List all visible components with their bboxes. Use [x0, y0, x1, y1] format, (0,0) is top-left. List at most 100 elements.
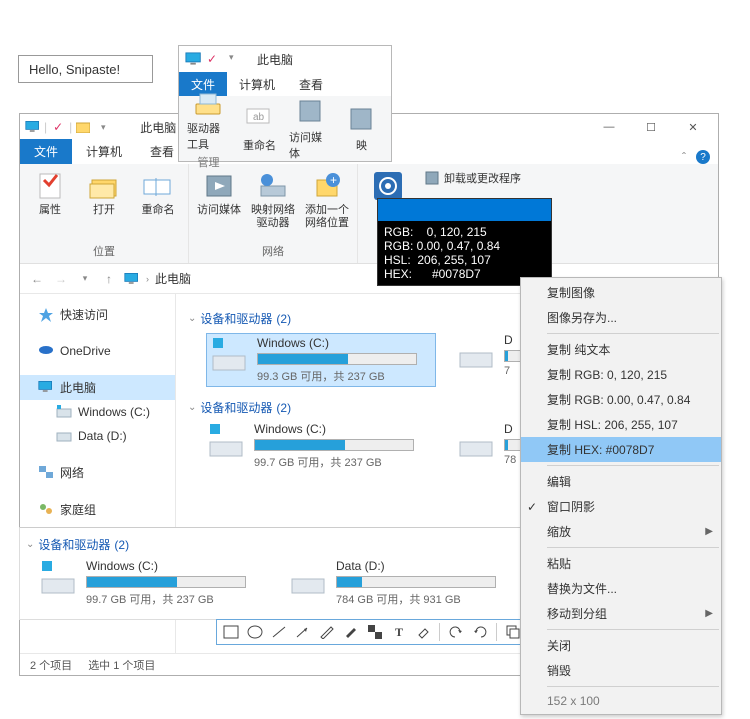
tab-computer[interactable]: 计算机: [72, 139, 136, 164]
nav-data-d[interactable]: Data (D:): [20, 424, 175, 448]
forward-button[interactable]: →: [52, 270, 70, 288]
menu-close[interactable]: 关闭: [521, 633, 721, 658]
mini-rename-label: 重命名: [243, 137, 276, 153]
menu-destroy[interactable]: 销毁: [521, 658, 721, 683]
mini-map-label: 映: [356, 137, 367, 153]
mini-map-button[interactable]: 映: [340, 105, 383, 153]
svg-text:ab: ab: [253, 112, 265, 123]
breadcrumb-text[interactable]: 此电脑: [155, 270, 191, 287]
menu-paste[interactable]: 粘贴: [521, 551, 721, 576]
mini-titlebar: ✓ ▾ 此电脑: [179, 46, 391, 72]
add-location-label: 添加一个 网络位置: [305, 204, 349, 230]
section-2-count: (2): [276, 401, 291, 415]
up-button[interactable]: ↑: [100, 270, 118, 288]
mini-rename-button[interactable]: ab 重命名: [238, 105, 281, 153]
nav-network[interactable]: 网络: [20, 460, 175, 485]
nav-windows-c[interactable]: Windows (C:): [20, 400, 175, 424]
arrow-tool[interactable]: [293, 622, 313, 642]
drive-c-2[interactable]: Windows (C:) 99.7 GB 可用，共 237 GB: [206, 422, 436, 470]
nav-homegroup[interactable]: 家庭组: [20, 497, 175, 522]
menu-copy-image[interactable]: 复制图像: [521, 280, 721, 305]
properties-label: 属性: [39, 204, 61, 217]
rect-tool[interactable]: [221, 622, 241, 642]
menu-window-shadow[interactable]: ✓窗口阴影: [521, 494, 721, 519]
drive-icon: [206, 422, 246, 462]
folder-icon[interactable]: [74, 118, 92, 136]
dropdown-icon[interactable]: ▾: [94, 118, 112, 136]
maximize-button[interactable]: ☐: [630, 114, 672, 140]
properties-button[interactable]: 属性: [24, 166, 76, 241]
menu-zoom[interactable]: 缩放▶: [521, 519, 721, 544]
nav-quick-label: 快速访问: [60, 306, 108, 323]
section-1-title: 设备和驱动器: [200, 310, 272, 327]
nav-homegroup-label: 家庭组: [60, 501, 96, 518]
snipaste-toolbar[interactable]: T: [216, 619, 536, 645]
nav-onedrive[interactable]: OneDrive: [20, 339, 175, 363]
strip-drive-c[interactable]: Windows (C:) 99.7 GB 可用，共 237 GB: [38, 559, 268, 607]
strip-section-header[interactable]: ⌄ 设备和驱动器 (2): [20, 536, 538, 553]
qat-separator: |: [44, 120, 47, 134]
strip-c-name: Windows (C:): [86, 559, 268, 573]
recent-dropdown[interactable]: ▾: [76, 270, 94, 288]
check-icon: ✓: [207, 52, 225, 66]
menu-copy-hsl[interactable]: 复制 HSL: 206, 255, 107: [521, 412, 721, 437]
mosaic-tool[interactable]: [365, 622, 385, 642]
nav-this-pc[interactable]: 此电脑: [20, 375, 175, 400]
drive-d-partial[interactable]: D 7: [456, 333, 516, 387]
open-button[interactable]: 打开: [78, 166, 130, 241]
marker-tool[interactable]: [341, 622, 361, 642]
menu-copy-plain[interactable]: 复制 纯文本: [521, 337, 721, 362]
drive-d-2-partial[interactable]: D 78: [456, 422, 516, 470]
chevron-down-icon: ⌄: [188, 313, 196, 324]
uninstall-programs-item[interactable]: 卸载或更改程序: [424, 170, 521, 186]
minimize-button[interactable]: —: [588, 114, 630, 140]
pencil-tool[interactable]: [317, 622, 337, 642]
strip-d-meta: 784 GB 可用，共 931 GB: [336, 591, 518, 607]
check-icon[interactable]: ✓: [49, 118, 67, 136]
drive-icon: [456, 422, 496, 462]
mini-tab-computer[interactable]: 计算机: [227, 72, 287, 96]
snipaste-note[interactable]: Hello, Snipaste!: [18, 55, 153, 83]
ellipse-tool[interactable]: [245, 622, 265, 642]
ribbon-group-location: 属性 打开 重命名 位置: [20, 164, 189, 263]
collapse-ribbon-icon[interactable]: ˆ: [682, 150, 686, 164]
breadcrumb-pc-icon[interactable]: [124, 272, 140, 286]
strip-d-bar: [336, 576, 496, 588]
undo-tool[interactable]: [446, 622, 466, 642]
drive-c-selected[interactable]: Windows (C:) 99.3 GB 可用，共 237 GB: [206, 333, 436, 387]
dropdown-icon[interactable]: ▾: [229, 52, 247, 66]
eraser-tool[interactable]: [413, 622, 433, 642]
help-icon[interactable]: ?: [696, 150, 710, 164]
mini-explorer-window: ✓ ▾ 此电脑 文件 计算机 查看 驱动器工具 管理 ab 重命名 访问媒体 映: [178, 45, 392, 162]
menu-replace-file[interactable]: 替换为文件...: [521, 576, 721, 601]
menu-move-to-group[interactable]: 移动到分组▶: [521, 601, 721, 626]
back-button[interactable]: ←: [28, 270, 46, 288]
text-tool[interactable]: T: [389, 622, 409, 642]
line-tool[interactable]: [269, 622, 289, 642]
mini-tab-view[interactable]: 查看: [287, 72, 335, 96]
nav-network-label: 网络: [60, 464, 84, 481]
breadcrumb-sep[interactable]: ›: [146, 274, 149, 284]
access-media-button[interactable]: 访问媒体: [193, 166, 245, 241]
menu-save-image-as[interactable]: 图像另存为...: [521, 305, 721, 330]
mini-ribbon: 驱动器工具 管理 ab 重命名 访问媒体 映: [179, 96, 391, 161]
add-location-button[interactable]: + 添加一个 网络位置: [301, 166, 353, 241]
drive-c-meta: 99.3 GB 可用，共 237 GB: [257, 368, 433, 384]
menu-copy-rgbf[interactable]: 复制 RGB: 0.00, 0.47, 0.84: [521, 387, 721, 412]
rename-button[interactable]: 重命名: [132, 166, 184, 241]
close-button[interactable]: ✕: [672, 114, 714, 140]
mini-media-button[interactable]: 访问媒体: [289, 97, 332, 161]
mini-drive-tools-button[interactable]: 驱动器工具 管理: [187, 88, 230, 170]
nav-quick-access[interactable]: 快速访问: [20, 302, 175, 327]
redo-tool[interactable]: [470, 622, 490, 642]
tab-file[interactable]: 文件: [20, 139, 72, 164]
menu-copy-hex[interactable]: 复制 HEX: #0078D7: [521, 437, 721, 462]
access-media-label: 访问媒体: [197, 204, 241, 217]
menu-edit[interactable]: 编辑: [521, 469, 721, 494]
map-drive-button[interactable]: 映射网络 驱动器: [247, 166, 299, 241]
mini-drive-tools-label: 驱动器工具: [187, 120, 230, 152]
strip-drive-d[interactable]: Data (D:) 784 GB 可用，共 931 GB: [288, 559, 518, 607]
menu-copy-rgb[interactable]: 复制 RGB: 0, 120, 215: [521, 362, 721, 387]
menu-dimensions: 152 x 100: [521, 690, 721, 712]
strip-section-title: 设备和驱动器: [38, 536, 110, 553]
